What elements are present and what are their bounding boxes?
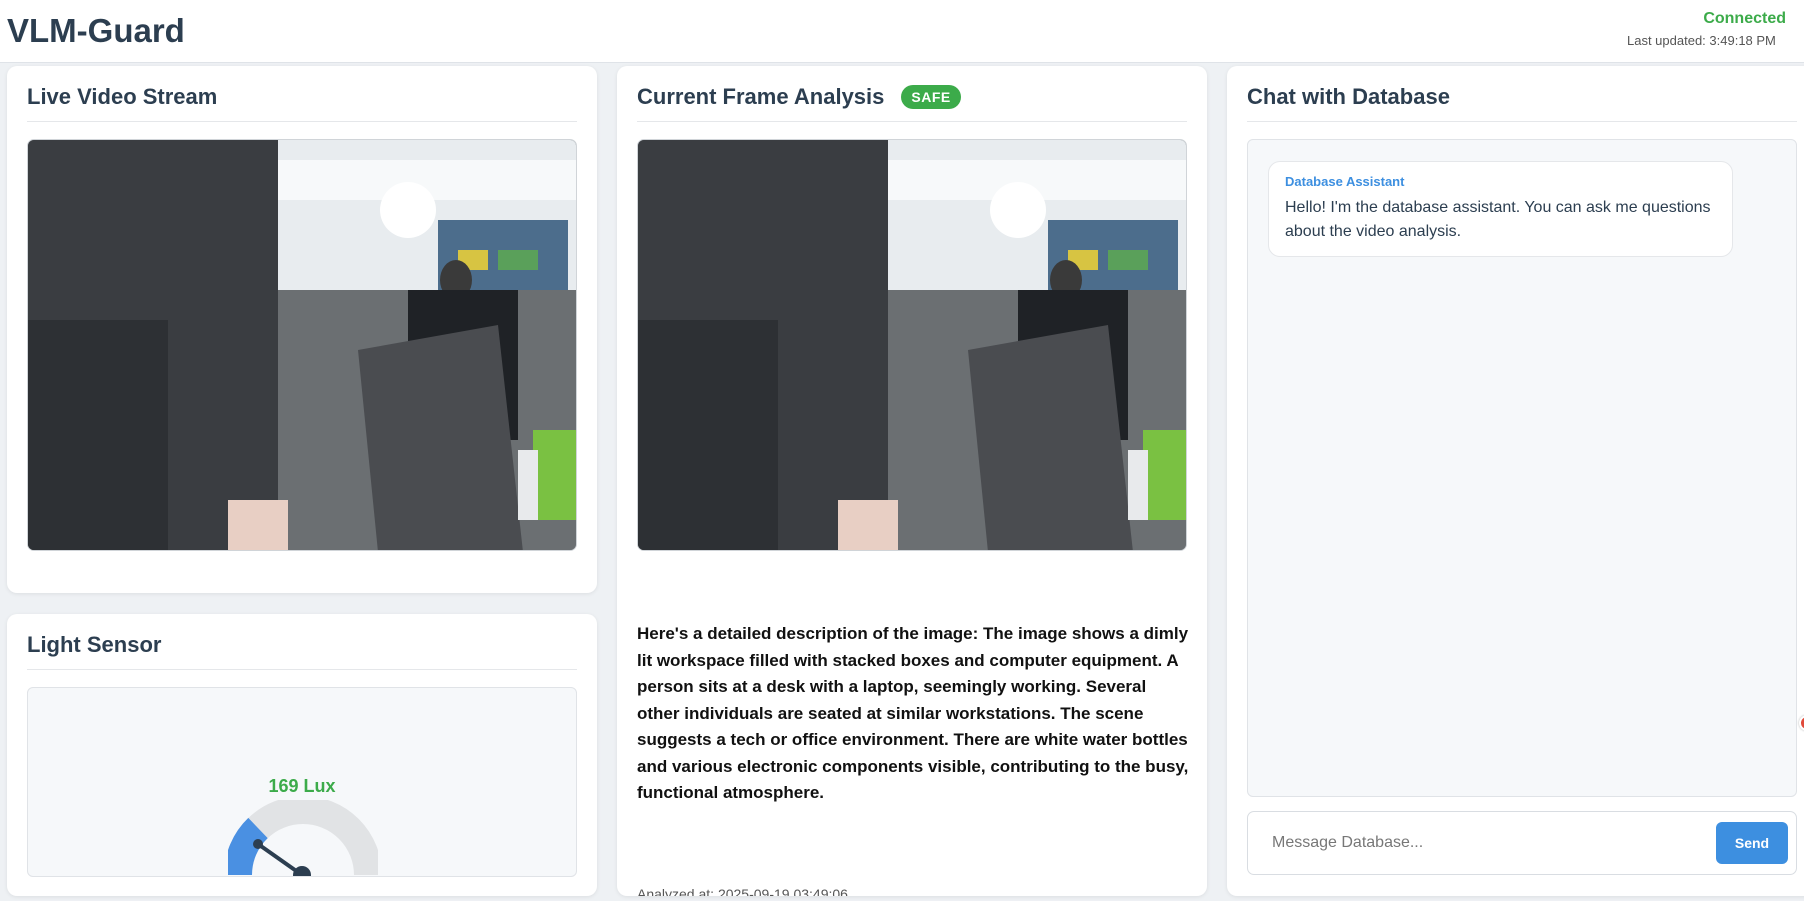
light-sensor-card: Light Sensor 169 Lux: [7, 614, 597, 896]
app-header: VLM-Guard Connected Last updated: 3:49:1…: [0, 0, 1804, 63]
analysis-description: Here's a detailed description of the ima…: [637, 624, 1189, 802]
chat-title: Chat with Database: [1247, 84, 1450, 109]
light-sensor-title: Light Sensor: [27, 632, 162, 657]
divider: [637, 121, 1187, 122]
frame-analysis-card: Current Frame Analysis SAFE Here's a det…: [617, 66, 1207, 896]
divider: [1247, 121, 1797, 122]
divider: [27, 121, 577, 122]
live-stream-card: Live Video Stream: [7, 66, 597, 593]
divider: [27, 669, 577, 670]
analyzed-timestamp: Analyzed at: 2025-09-19 03:49:06: [637, 886, 848, 896]
analyzed-frame-image: [638, 140, 1186, 550]
light-gauge: [228, 800, 378, 876]
last-updated: Last updated: 3:49:18 PM: [1627, 33, 1776, 48]
connection-status: Connected: [1703, 10, 1786, 27]
chat-composer: Send: [1247, 811, 1797, 875]
video-frame-image: [28, 140, 576, 550]
connection-status-area: Connected Last updated: 3:49:18 PM: [1624, 10, 1804, 48]
frame-analysis-heading: Current Frame Analysis SAFE: [637, 84, 961, 110]
analyzed-frame: [637, 139, 1187, 551]
message-sender: Database Assistant: [1285, 174, 1405, 189]
app-title: VLM-Guard: [7, 12, 185, 49]
message-input[interactable]: [1256, 822, 1706, 864]
frame-analysis-title: Current Frame Analysis: [637, 84, 885, 109]
live-stream-title: Live Video Stream: [27, 84, 218, 109]
message-text: Hello! I'm the database assistant. You c…: [1285, 199, 1711, 240]
light-sensor-panel: 169 Lux: [27, 687, 577, 877]
status-badge: SAFE: [901, 85, 961, 109]
chat-messages[interactable]: Database Assistant Hello! I'm the databa…: [1247, 139, 1797, 797]
chat-card: Chat with Database Database Assistant He…: [1227, 66, 1804, 896]
lux-reading: 169 Lux: [268, 776, 336, 796]
live-video-feed[interactable]: [27, 139, 577, 551]
chat-message: Database Assistant Hello! I'm the databa…: [1268, 161, 1733, 257]
send-button[interactable]: Send: [1716, 822, 1788, 864]
